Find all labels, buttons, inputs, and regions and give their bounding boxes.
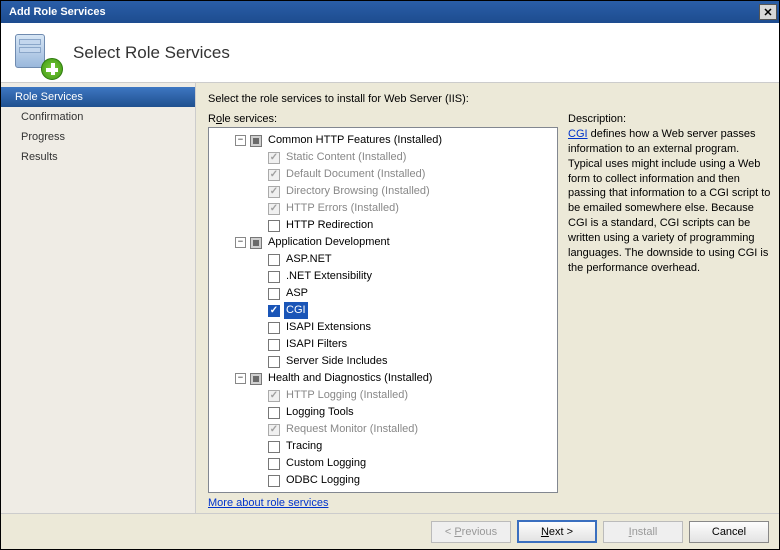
checkbox[interactable] <box>268 322 280 334</box>
tree-node-label[interactable]: ISAPI Filters <box>284 336 349 353</box>
description-link[interactable]: CGI <box>568 128 588 140</box>
page-title: Select Role Services <box>73 43 230 63</box>
tree-node-label[interactable]: Request Monitor (Installed) <box>284 421 420 438</box>
checkbox <box>268 203 280 215</box>
checkbox[interactable] <box>250 373 262 385</box>
footer: < Previous Next > Install Cancel <box>1 513 779 549</box>
titlebar: Add Role Services ✕ <box>1 1 779 23</box>
checkbox[interactable] <box>268 254 280 266</box>
tree-node-label[interactable]: ODBC Logging <box>284 472 362 489</box>
tree-node-label[interactable]: CGI <box>284 302 308 319</box>
tree-node-label[interactable]: Application Development <box>266 234 392 251</box>
checkbox[interactable] <box>268 271 280 283</box>
tree-node-label[interactable]: .NET Extensibility <box>284 268 374 285</box>
close-button[interactable]: ✕ <box>759 4 777 20</box>
tree-node[interactable]: ODBC Logging <box>211 472 555 489</box>
checkbox <box>268 186 280 198</box>
tree-node-label[interactable]: HTTP Logging (Installed) <box>284 387 410 404</box>
tree-node[interactable]: Directory Browsing (Installed) <box>211 183 555 200</box>
tree-node[interactable]: HTTP Logging (Installed) <box>211 387 555 404</box>
tree-node[interactable]: Logging Tools <box>211 404 555 421</box>
checkbox <box>268 424 280 436</box>
instruction-text: Select the role services to install for … <box>208 93 771 105</box>
tree-label: Role services: <box>208 113 558 125</box>
tree-node-label[interactable]: ASP.NET <box>284 251 334 268</box>
checkbox <box>268 152 280 164</box>
tree-node-label[interactable]: HTTP Redirection <box>284 217 375 234</box>
checkbox[interactable] <box>268 220 280 232</box>
sidebar-item-results[interactable]: Results <box>1 147 195 167</box>
tree-node[interactable]: Health and Diagnostics (Installed) <box>211 370 555 387</box>
description-text: CGI defines how a Web server passes info… <box>568 127 771 275</box>
tree-node-label[interactable]: HTTP Errors (Installed) <box>284 200 401 217</box>
checkbox[interactable] <box>268 356 280 368</box>
checkbox <box>268 390 280 402</box>
sidebar-item-role-services[interactable]: Role Services <box>1 87 195 107</box>
sidebar-item-confirmation[interactable]: Confirmation <box>1 107 195 127</box>
tree-node[interactable]: ASP <box>211 285 555 302</box>
tree-node[interactable]: Static Content (Installed) <box>211 149 555 166</box>
tree-node-label[interactable]: Default Document (Installed) <box>284 166 427 183</box>
tree-node[interactable]: ISAPI Filters <box>211 336 555 353</box>
tree-node-label[interactable]: Logging Tools <box>284 404 356 421</box>
description-label: Description: <box>568 113 771 125</box>
main-panel: Select the role services to install for … <box>196 83 779 513</box>
tree-node[interactable]: Request Monitor (Installed) <box>211 421 555 438</box>
checkbox <box>268 169 280 181</box>
tree-node[interactable]: Custom Logging <box>211 455 555 472</box>
checkbox[interactable] <box>268 407 280 419</box>
tree-node[interactable]: Common HTTP Features (Installed) <box>211 132 555 149</box>
checkbox[interactable] <box>250 135 262 147</box>
cancel-button[interactable]: Cancel <box>689 521 769 543</box>
tree-node[interactable]: .NET Extensibility <box>211 268 555 285</box>
checkbox[interactable] <box>268 305 280 317</box>
checkbox[interactable] <box>268 339 280 351</box>
window-title: Add Role Services <box>9 6 759 18</box>
tree-node[interactable]: Default Document (Installed) <box>211 166 555 183</box>
tree-node-label[interactable]: Health and Diagnostics (Installed) <box>266 370 434 387</box>
checkbox[interactable] <box>268 288 280 300</box>
checkbox[interactable] <box>250 237 262 249</box>
tree-node[interactable]: ISAPI Extensions <box>211 319 555 336</box>
tree-node[interactable]: HTTP Errors (Installed) <box>211 200 555 217</box>
tree-node-label[interactable]: Tracing <box>284 438 324 455</box>
tree-node[interactable]: Security (Installed) <box>211 489 555 493</box>
tree-node-label[interactable]: ISAPI Extensions <box>284 319 373 336</box>
tree-node-label[interactable]: ASP <box>284 285 310 302</box>
tree-node-label[interactable]: Directory Browsing (Installed) <box>284 183 432 200</box>
tree-node-label[interactable]: Custom Logging <box>284 455 368 472</box>
header: Select Role Services <box>1 23 779 83</box>
tree-node-label[interactable]: Server Side Includes <box>284 353 390 370</box>
tree-node[interactable]: HTTP Redirection <box>211 217 555 234</box>
tree-node[interactable]: Application Development <box>211 234 555 251</box>
expand-icon[interactable] <box>235 492 246 493</box>
tree-node-label[interactable]: Static Content (Installed) <box>284 149 408 166</box>
checkbox[interactable] <box>268 441 280 453</box>
tree-node-label[interactable]: Common HTTP Features (Installed) <box>266 132 444 149</box>
sidebar-item-progress[interactable]: Progress <box>1 127 195 147</box>
role-services-tree[interactable]: Common HTTP Features (Installed)Static C… <box>208 127 558 493</box>
expand-icon[interactable] <box>235 135 246 146</box>
previous-button: < Previous <box>431 521 511 543</box>
tree-node[interactable]: Tracing <box>211 438 555 455</box>
tree-node[interactable]: ASP.NET <box>211 251 555 268</box>
expand-icon[interactable] <box>235 237 246 248</box>
tree-node-label[interactable]: Security (Installed) <box>266 489 361 493</box>
wizard-icon <box>11 28 61 78</box>
next-button[interactable]: Next > <box>517 520 597 543</box>
sidebar: Role ServicesConfirmationProgressResults <box>1 83 196 513</box>
expand-icon[interactable] <box>235 373 246 384</box>
checkbox[interactable] <box>250 492 262 494</box>
install-button: Install <box>603 521 683 543</box>
checkbox[interactable] <box>268 458 280 470</box>
tree-node[interactable]: Server Side Includes <box>211 353 555 370</box>
tree-node[interactable]: CGI <box>211 302 555 319</box>
checkbox[interactable] <box>268 475 280 487</box>
more-about-link[interactable]: More about role services <box>208 497 558 509</box>
